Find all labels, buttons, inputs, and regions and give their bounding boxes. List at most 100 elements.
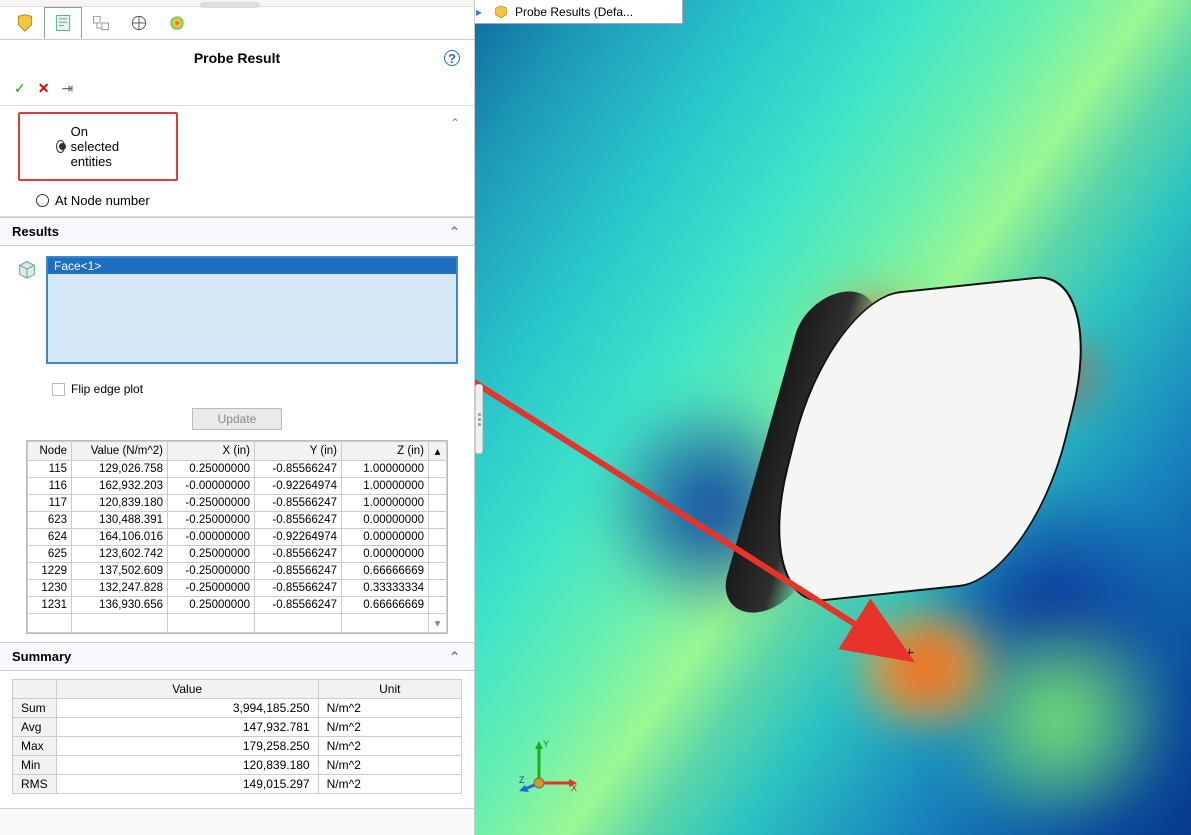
summary-label: Min (13, 756, 57, 775)
table-row[interactable]: 1229137,502.609-0.25000000-0.855662470.6… (28, 563, 447, 580)
coordinate-triad-icon[interactable]: X Y Z (519, 735, 579, 795)
radio-unselected-icon (36, 194, 49, 207)
table-row[interactable]: 115129,026.7580.25000000-0.855662471.000… (28, 461, 447, 478)
selection-listbox[interactable]: Face<1> (46, 256, 458, 364)
table-row-truncated: ▾ (28, 614, 447, 633)
col-unit: Unit (318, 680, 461, 699)
display-manager-tab[interactable] (158, 7, 196, 39)
col-y[interactable]: Y (in) (255, 442, 342, 461)
col-x[interactable]: X (in) (168, 442, 255, 461)
summary-label: Sum (13, 699, 57, 718)
dimxpert-tab[interactable] (120, 7, 158, 39)
property-manager-tab[interactable] (44, 7, 82, 39)
col-value[interactable]: Value (N/m^2) (72, 442, 168, 461)
configuration-manager-tab[interactable] (82, 7, 120, 39)
col-z[interactable]: Z (in) (342, 442, 429, 461)
help-icon[interactable]: ? (444, 50, 460, 66)
chevron-up-icon[interactable] (449, 649, 460, 665)
cell-z: 1.00000000 (342, 478, 429, 495)
cell-y: -0.85566247 (255, 597, 342, 614)
table-row[interactable]: 624164,106.016-0.00000000-0.922649740.00… (28, 529, 447, 546)
summary-unit: N/m^2 (318, 737, 461, 756)
cell-value: 129,026.758 (72, 461, 168, 478)
chevron-up-icon[interactable] (449, 224, 460, 240)
results-body: Face<1> Flip edge plot Update Node Value… (0, 246, 474, 642)
radio-at-node-number[interactable]: At Node number (36, 193, 474, 208)
svg-text:Z: Z (519, 775, 525, 785)
top-divider (0, 0, 474, 7)
table-row[interactable]: 1231136,930.6560.25000000-0.855662470.66… (28, 597, 447, 614)
summary-section-header[interactable]: Summary (0, 642, 474, 671)
chevron-up-icon[interactable] (450, 116, 460, 130)
cell-value: 130,488.391 (72, 512, 168, 529)
checkbox-icon (52, 383, 65, 396)
cell-z: 0.00000000 (342, 546, 429, 563)
cell-x: -0.25000000 (168, 495, 255, 512)
summary-unit: N/m^2 (318, 756, 461, 775)
table-row[interactable]: 623130,488.391-0.25000000-0.855662470.00… (28, 512, 447, 529)
flip-edge-plot-checkbox[interactable]: Flip edge plot (52, 382, 458, 396)
cell-y: -0.92264974 (255, 529, 342, 546)
cell-x: -0.00000000 (168, 478, 255, 495)
summary-value: 179,258.250 (56, 737, 318, 756)
bottom-spacer (0, 808, 474, 835)
ok-button[interactable]: ✓ (14, 80, 26, 97)
section-title: Results (12, 224, 59, 239)
update-button[interactable]: Update (192, 408, 282, 430)
node-results-table[interactable]: Node Value (N/m^2) X (in) Y (in) Z (in) … (27, 441, 447, 633)
checkbox-label: Flip edge plot (71, 382, 143, 396)
cell-z: 0.66666669 (342, 597, 429, 614)
col-value: Value (56, 680, 318, 699)
table-row[interactable]: 117120,839.180-0.25000000-0.855662471.00… (28, 495, 447, 512)
cell-y: -0.85566247 (255, 563, 342, 580)
col-node[interactable]: Node (28, 442, 72, 461)
svg-text:X: X (571, 783, 577, 793)
cell-x: 0.25000000 (168, 461, 255, 478)
cell-node: 623 (28, 512, 72, 529)
cell-value: 137,502.609 (72, 563, 168, 580)
pin-button[interactable]: ⇥ (61, 80, 73, 97)
cell-z: 1.00000000 (342, 461, 429, 478)
table-row[interactable]: 1230132,247.828-0.25000000-0.855662470.3… (28, 580, 447, 597)
highlighted-option-box: On selected entities (18, 112, 178, 181)
summary-row: Sum3,994,185.250N/m^2 (13, 699, 462, 718)
summary-table: Value Unit Sum3,994,185.250N/m^2Avg147,9… (12, 679, 462, 794)
panel-tab-bar (0, 7, 474, 40)
cancel-button[interactable]: ✕ (38, 80, 50, 97)
options-section: On selected entities At Node number (0, 106, 474, 217)
summary-row: Avg147,932.781N/m^2 (13, 718, 462, 737)
radio-selected-icon (56, 140, 65, 153)
cell-z: 0.00000000 (342, 529, 429, 546)
tab-title: Probe Results (Defa... (515, 5, 633, 19)
summary-value: 149,015.297 (56, 775, 318, 794)
viewport-tab[interactable]: Probe Results (Defa... (483, 0, 683, 24)
radio-on-selected-entities[interactable]: On selected entities (56, 124, 140, 169)
svg-text:Y: Y (543, 739, 549, 749)
cell-x: 0.25000000 (168, 597, 255, 614)
cell-y: -0.85566247 (255, 461, 342, 478)
tab-expand-arrow[interactable]: ▸ (475, 0, 483, 24)
radio-label: At Node number (55, 193, 150, 208)
property-panel: Probe Result ? ✓ ✕ ⇥ On selected entitie… (0, 0, 475, 835)
summary-row: RMS149,015.297N/m^2 (13, 775, 462, 794)
table-row[interactable]: 116162,932.203-0.00000000-0.922649741.00… (28, 478, 447, 495)
table-row[interactable]: 625123,602.7420.25000000-0.855662470.000… (28, 546, 447, 563)
cell-node: 1231 (28, 597, 72, 614)
summary-label: RMS (13, 775, 57, 794)
results-section-header[interactable]: Results (0, 217, 474, 246)
cell-y: -0.85566247 (255, 546, 342, 563)
face-selection-icon[interactable] (16, 258, 38, 280)
summary-value: 120,839.180 (56, 756, 318, 775)
cell-value: 132,247.828 (72, 580, 168, 597)
scroll-down-icon[interactable]: ▾ (429, 614, 447, 633)
simulation-viewport[interactable]: + + X Y Z (475, 0, 1191, 835)
probe-marker-icon: + + (891, 645, 914, 663)
cell-x: -0.25000000 (168, 580, 255, 597)
panel-splitter[interactable] (475, 384, 483, 454)
list-item-face[interactable]: Face<1> (48, 258, 456, 274)
summary-unit: N/m^2 (318, 718, 461, 737)
scroll-up-icon[interactable]: ▴ (429, 442, 447, 461)
cell-y: -0.92264974 (255, 478, 342, 495)
feature-manager-tab[interactable] (6, 7, 44, 39)
cell-y: -0.85566247 (255, 512, 342, 529)
